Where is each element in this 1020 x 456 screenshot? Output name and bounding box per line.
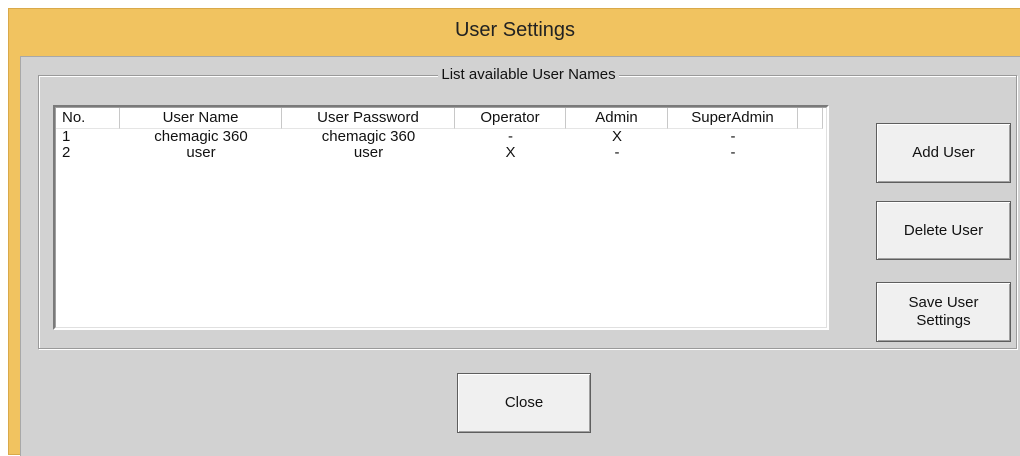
cell-no: 2 (62, 145, 71, 161)
groupbox-legend: List available User Names (438, 66, 619, 83)
save-button-label-line2: Settings (916, 312, 971, 329)
list-header: No. User Name User Password Operator Adm… (56, 108, 823, 129)
column-header-user-password[interactable]: User Password (282, 108, 455, 129)
list-rows: 1 chemagic 360 chemagic 360 - X - 2 user… (56, 129, 798, 161)
column-header-filler (798, 108, 823, 129)
window-title: User Settings (454, 19, 576, 41)
cell-user-name: user (186, 145, 216, 161)
cell-no: 1 (62, 129, 71, 145)
cell-operator: X (505, 145, 516, 161)
cell-admin: - (614, 145, 620, 161)
cell-user-password: chemagic 360 (321, 129, 416, 145)
cell-user-name: chemagic 360 (154, 129, 248, 145)
user-settings-window: User Settings List available User Names … (8, 8, 1020, 456)
dialog-client-area: List available User Names No. User Name … (20, 56, 1020, 456)
table-row[interactable]: 1 chemagic 360 chemagic 360 - X - (56, 129, 798, 145)
column-header-operator[interactable]: Operator (455, 108, 566, 129)
column-header-no[interactable]: No. (56, 108, 120, 129)
cell-user-password: user (353, 145, 384, 161)
column-header-user-name[interactable]: User Name (120, 108, 282, 129)
delete-user-button[interactable]: Delete User (876, 201, 1011, 260)
close-button[interactable]: Close (457, 373, 591, 433)
cell-admin: X (611, 129, 622, 145)
column-header-admin[interactable]: Admin (566, 108, 668, 129)
cell-superadmin: - (730, 145, 736, 161)
column-header-superadmin[interactable]: SuperAdmin (668, 108, 798, 129)
user-list-view[interactable]: No. User Name User Password Operator Adm… (53, 105, 829, 330)
user-list-groupbox: List available User Names No. User Name … (38, 66, 1017, 349)
save-button-label-line1: Save User (908, 294, 979, 311)
table-row[interactable]: 2 user user X - - (56, 145, 798, 161)
cell-operator: - (508, 129, 513, 145)
save-user-settings-button[interactable]: Save User Settings (876, 282, 1011, 342)
cell-superadmin: - (730, 129, 736, 145)
add-user-button[interactable]: Add User (876, 123, 1011, 183)
